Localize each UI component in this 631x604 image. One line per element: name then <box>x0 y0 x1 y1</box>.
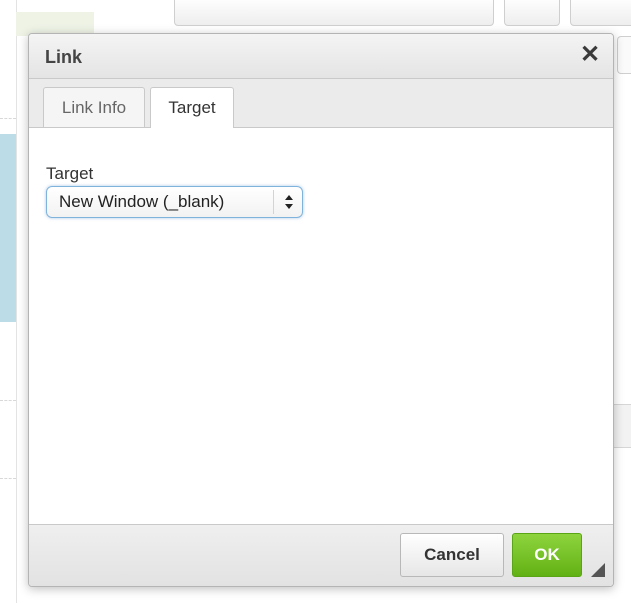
dialog-title: Link <box>45 47 83 67</box>
target-select[interactable]: New Window (_blank) <box>46 186 303 218</box>
tab-link-info[interactable]: Link Info <box>43 87 145 127</box>
toolbar-group[interactable] <box>504 0 560 26</box>
editor-right-row <box>614 404 631 448</box>
target-select-value: New Window (_blank) <box>59 192 225 211</box>
editor-divider <box>0 400 16 401</box>
editor-selected-block <box>0 134 16 322</box>
editor-toolbar <box>160 0 631 30</box>
editor-divider <box>0 478 16 479</box>
target-label: Target <box>46 164 94 183</box>
up-down-arrows-icon <box>285 195 293 209</box>
dialog-tabs: Link Info Target <box>29 79 613 128</box>
dialog-footer: Cancel OK <box>29 524 613 586</box>
editor-right-panel <box>614 34 631 604</box>
toolbar-group[interactable] <box>174 0 494 26</box>
select-divider <box>273 190 274 214</box>
ok-button[interactable]: OK <box>512 533 582 577</box>
editor-right-tab[interactable] <box>617 36 631 74</box>
close-icon[interactable]: ✕ <box>575 40 605 70</box>
editor-divider <box>0 118 16 119</box>
tab-panel-target: Target New Window (_blank) <box>29 128 613 524</box>
toolbar-group[interactable] <box>570 0 631 26</box>
cancel-button[interactable]: Cancel <box>400 533 504 577</box>
dialog-titlebar[interactable]: Link ✕ <box>29 34 613 79</box>
tab-target[interactable]: Target <box>150 87 234 128</box>
link-dialog: Link ✕ Link Info Target Target New Windo… <box>28 33 614 587</box>
resize-handle-icon[interactable] <box>589 561 605 577</box>
